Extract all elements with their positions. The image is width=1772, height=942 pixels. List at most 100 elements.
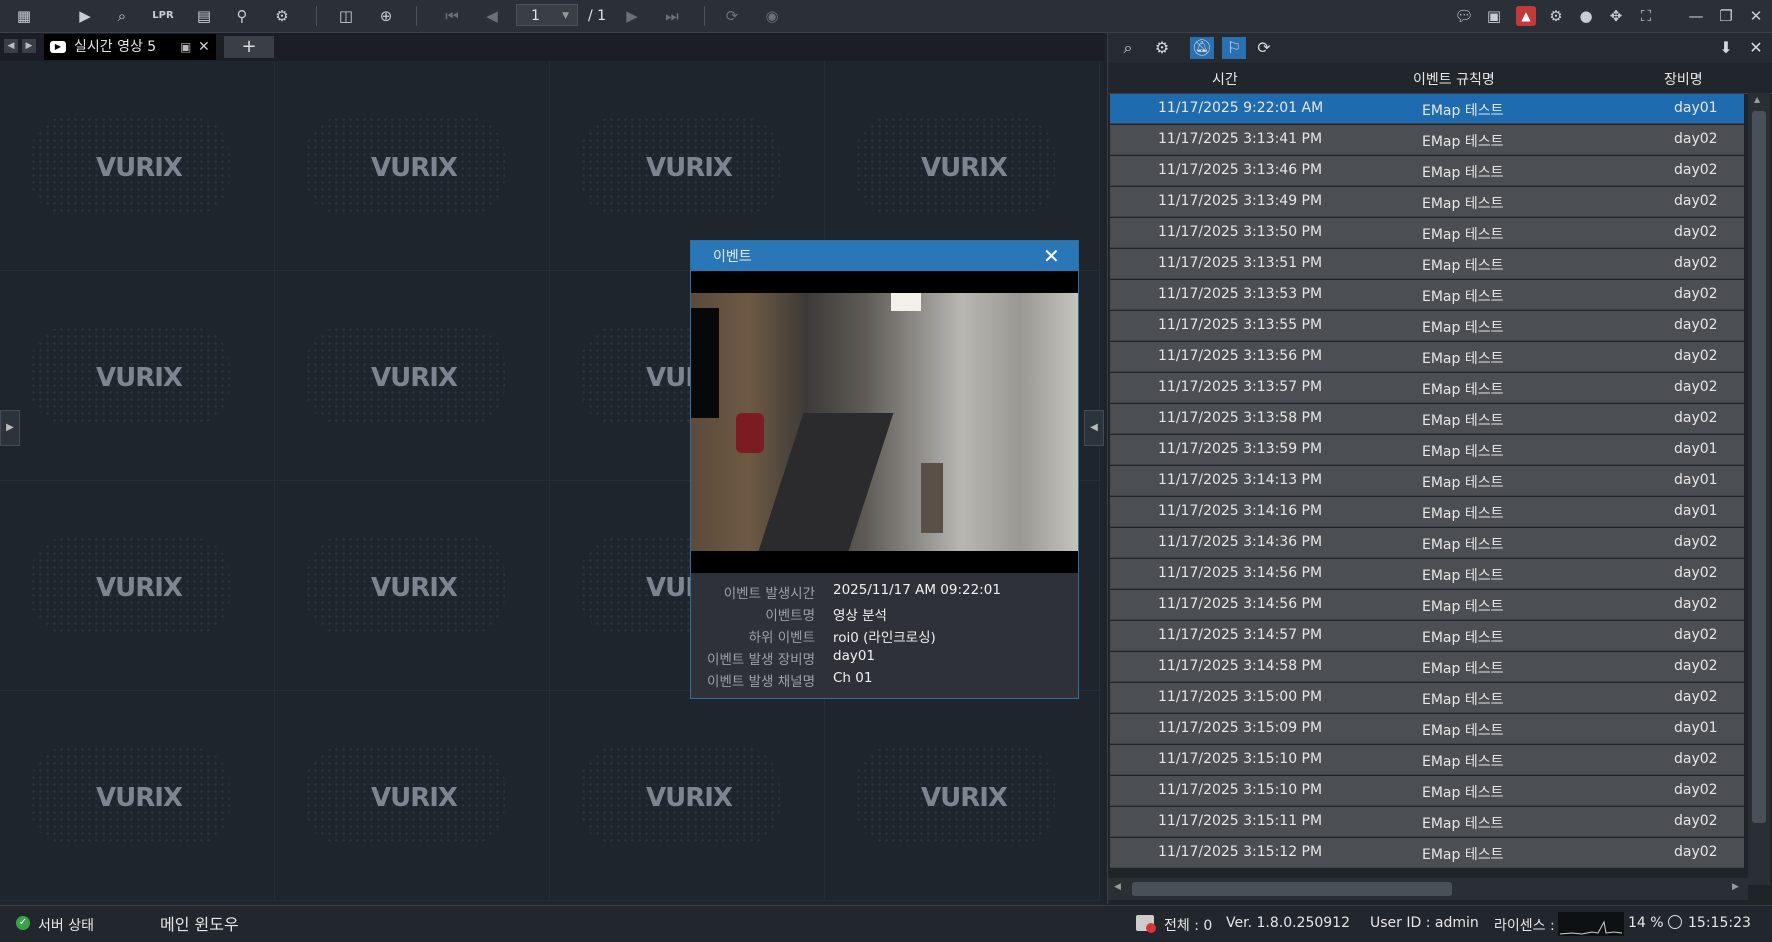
settings-search-icon[interactable]: ⚙ — [272, 6, 292, 26]
event-row[interactable]: 11/17/2025 3:13:49 PM EMap 테스트 day02 — [1110, 187, 1744, 217]
event-popup: 이벤트 ✕ 이벤트 발생시간 2025/11/17 AM 09:22:01 이벤… — [690, 240, 1079, 699]
mute-alarm-icon[interactable]: 🔕︎ — [1190, 37, 1214, 59]
alarm-icon[interactable]: ▲ — [1516, 6, 1536, 26]
restore-icon[interactable]: ❐ — [1716, 6, 1736, 26]
server-status[interactable]: 서버 상태 — [38, 915, 94, 935]
event-row[interactable]: 11/17/2025 3:14:56 PM EMap 테스트 day02 — [1110, 590, 1744, 620]
capture-icon[interactable]: ◉ — [762, 6, 782, 26]
event-row[interactable]: 11/17/2025 3:13:59 PM EMap 테스트 day01 — [1110, 435, 1744, 465]
event-row[interactable]: 11/17/2025 3:14:16 PM EMap 테스트 day01 — [1110, 497, 1744, 527]
video-cell[interactable]: VURIX — [275, 61, 550, 271]
video-cell[interactable]: VURIX — [825, 691, 1100, 901]
scroll-up-icon[interactable]: ▲ — [1754, 95, 1760, 104]
event-device-cell: day02 — [1674, 193, 1718, 209]
event-row[interactable]: 11/17/2025 3:14:58 PM EMap 테스트 day02 — [1110, 652, 1744, 682]
scroll-right-icon[interactable]: ▶ — [1732, 882, 1739, 892]
minimize-icon[interactable]: — — [1686, 6, 1706, 26]
event-row[interactable]: 11/17/2025 9:22:01 AM EMap 테스트 day01 — [1110, 94, 1744, 124]
column-device[interactable]: 장비명 — [1664, 69, 1703, 89]
search-icon[interactable]: ⌕ — [1116, 37, 1140, 59]
column-time[interactable]: 시간 — [1212, 69, 1238, 89]
event-row[interactable]: 11/17/2025 3:15:00 PM EMap 테스트 day02 — [1110, 683, 1744, 713]
event-row[interactable]: 11/17/2025 3:13:51 PM EMap 테스트 day02 — [1110, 249, 1744, 279]
move-icon[interactable]: ✥ — [1606, 6, 1626, 26]
video-cell[interactable]: VURIX — [0, 271, 275, 481]
right-panel-toggle-icon[interactable]: ◀ — [1084, 410, 1104, 446]
page-number-input[interactable]: 1 ▼ — [516, 4, 578, 26]
tab-detach-icon[interactable]: ▣ — [180, 34, 191, 60]
event-rule-cell: EMap 테스트 — [1422, 320, 1504, 336]
scroll-left-icon[interactable]: ◀ — [1114, 882, 1121, 892]
event-row[interactable]: 11/17/2025 3:13:46 PM EMap 테스트 day02 — [1110, 156, 1744, 186]
layout-icon[interactable]: ◫ — [334, 6, 358, 26]
event-device-cell: day02 — [1674, 379, 1718, 395]
person-search-icon[interactable]: ⚲ — [232, 6, 252, 26]
event-row[interactable]: 11/17/2025 3:13:58 PM EMap 테스트 day02 — [1110, 404, 1744, 434]
event-rule-cell: EMap 테스트 — [1422, 289, 1504, 305]
left-panel-toggle-icon[interactable]: ▶ — [0, 410, 20, 446]
video-cell[interactable]: VURIX — [275, 691, 550, 901]
video-cell[interactable]: VURIX — [550, 691, 825, 901]
column-rule[interactable]: 이벤트 규칙명 — [1413, 69, 1495, 89]
prev-page-icon[interactable]: ◀ — [482, 6, 502, 26]
refresh-icon[interactable]: ⟳ — [1252, 37, 1276, 59]
user-icon[interactable]: ● — [1576, 6, 1596, 26]
event-row[interactable]: 11/17/2025 3:14:36 PM EMap 테스트 day02 — [1110, 528, 1744, 558]
fullscreen-icon[interactable]: ⛶ — [1636, 6, 1656, 26]
event-row[interactable]: 11/17/2025 3:13:57 PM EMap 테스트 day02 — [1110, 373, 1744, 403]
event-row[interactable]: 11/17/2025 3:13:53 PM EMap 테스트 day02 — [1110, 280, 1744, 310]
tab-scroll-left-icon[interactable]: ◀ — [4, 39, 18, 53]
chat-icon[interactable]: 💬︎ — [1454, 6, 1474, 26]
event-row[interactable]: 11/17/2025 3:14:56 PM EMap 테스트 day02 — [1110, 559, 1744, 589]
panel-close-icon[interactable]: ✕ — [1744, 37, 1768, 59]
event-device-cell: day02 — [1674, 782, 1718, 798]
event-panel-toolbar: ⌕ ⚙ 🔕︎ ⚐ ⟳ ⬇ ✕ — [1108, 33, 1772, 63]
gear-icon[interactable]: ⚙ — [1150, 37, 1174, 59]
grid-icon[interactable]: ▦ — [14, 6, 34, 26]
vertical-scroll-thumb[interactable] — [1752, 111, 1766, 823]
tab-live-video-5[interactable]: ▶ 실시간 영상 5 ▣ ✕ — [44, 34, 216, 60]
status-bar: ✓ 서버 상태 메인 윈도우 전체 : 0 Ver. 1.8.0.250912 … — [0, 905, 1772, 942]
horizontal-scrollbar[interactable]: ◀ ▶ — [1108, 878, 1748, 900]
video-cell[interactable]: VURIX — [0, 691, 275, 901]
tab-scroll-right-icon[interactable]: ▶ — [22, 39, 36, 53]
add-screen-icon[interactable]: ⊕ — [374, 6, 398, 26]
refresh-icon[interactable]: ⟳ — [722, 6, 742, 26]
event-row[interactable]: 11/17/2025 3:13:55 PM EMap 테스트 day02 — [1110, 311, 1744, 341]
event-filter-icon[interactable]: ⚐ — [1222, 37, 1246, 59]
gear-icon[interactable]: ⚙ — [1546, 6, 1566, 26]
next-page-icon[interactable]: ▶ — [622, 6, 642, 26]
event-row[interactable]: 11/17/2025 3:14:13 PM EMap 테스트 day01 — [1110, 466, 1744, 496]
snapshot-light — [891, 293, 921, 311]
video-cell[interactable]: VURIX — [275, 481, 550, 691]
play-icon[interactable]: ▶ — [72, 6, 98, 26]
first-page-icon[interactable]: ⏮ — [442, 6, 462, 26]
add-tab-button[interactable]: + — [224, 36, 274, 58]
video-cell[interactable]: VURIX — [0, 61, 275, 271]
event-video-frame — [691, 271, 1078, 573]
event-row[interactable]: 11/17/2025 3:15:12 PM EMap 테스트 day02 — [1110, 838, 1744, 868]
sub-event-label: 하위 이벤트 — [748, 630, 815, 646]
lpr-icon[interactable]: LPR — [150, 6, 176, 26]
video-cell[interactable]: VURIX — [275, 271, 550, 481]
horizontal-scroll-thumb[interactable] — [1132, 882, 1452, 896]
event-row[interactable]: 11/17/2025 3:15:09 PM EMap 테스트 day01 — [1110, 714, 1744, 744]
video-cell[interactable]: VURIX — [0, 481, 275, 691]
download-icon[interactable]: ⬇ — [1714, 37, 1738, 59]
event-row[interactable]: 11/17/2025 3:14:57 PM EMap 테스트 day02 — [1110, 621, 1744, 651]
search-video-icon[interactable]: ⌕ — [112, 6, 132, 26]
close-icon[interactable]: ✕ — [1746, 6, 1766, 26]
event-row[interactable]: 11/17/2025 3:13:56 PM EMap 테스트 day02 — [1110, 342, 1744, 372]
event-row[interactable]: 11/17/2025 3:13:41 PM EMap 테스트 day02 — [1110, 125, 1744, 155]
event-row[interactable]: 11/17/2025 3:15:11 PM EMap 테스트 day02 — [1110, 807, 1744, 837]
popup-close-icon[interactable]: ✕ — [1043, 244, 1060, 268]
tab-close-icon[interactable]: ✕ — [198, 34, 210, 60]
event-row[interactable]: 11/17/2025 3:15:10 PM EMap 테스트 day02 — [1110, 776, 1744, 806]
last-page-icon[interactable]: ⏭ — [662, 6, 682, 26]
event-row[interactable]: 11/17/2025 3:13:50 PM EMap 테스트 day02 — [1110, 218, 1744, 248]
vurix-logo: VURIX — [371, 153, 458, 183]
monitor-icon[interactable]: ▣ — [1484, 6, 1504, 26]
event-row[interactable]: 11/17/2025 3:15:10 PM EMap 테스트 day02 — [1110, 745, 1744, 775]
vertical-scrollbar[interactable]: ▲ — [1748, 93, 1770, 885]
schedule-icon[interactable]: ▤ — [194, 6, 214, 26]
